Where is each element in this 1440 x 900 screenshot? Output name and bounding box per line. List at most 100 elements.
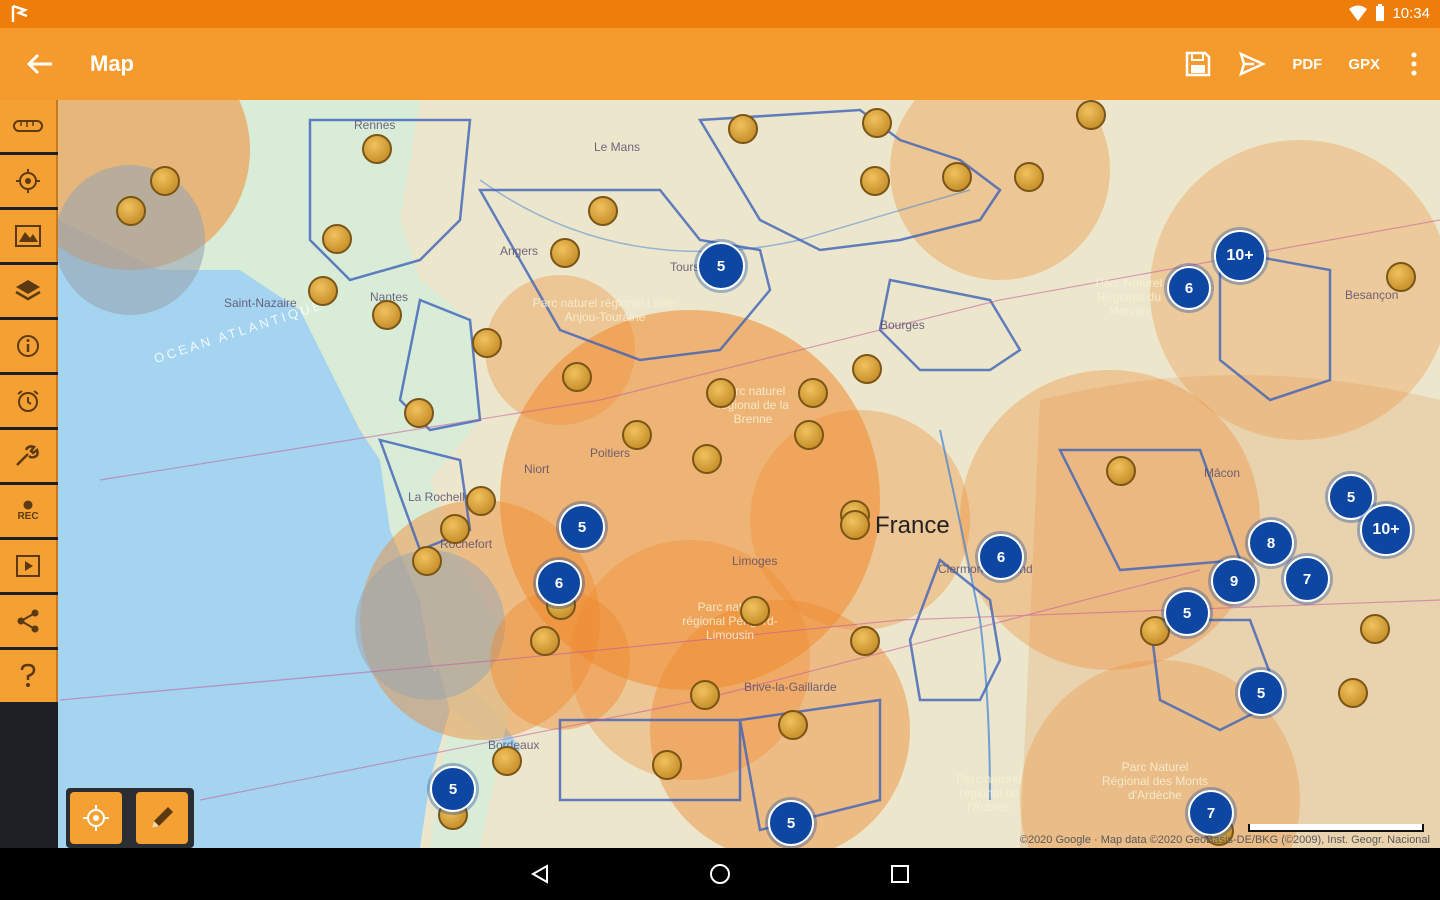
pdf-export-button[interactable]: PDF bbox=[1292, 46, 1322, 82]
nav-recents-icon bbox=[891, 865, 909, 883]
tool-play-button[interactable] bbox=[0, 540, 58, 592]
airport-marker[interactable] bbox=[728, 114, 758, 144]
toolbar-actions: PDF GPX bbox=[1184, 46, 1422, 82]
airport-marker[interactable] bbox=[652, 750, 682, 780]
play-icon bbox=[16, 555, 40, 577]
more-vertical-icon bbox=[1411, 52, 1417, 76]
airport-cluster[interactable]: 5 bbox=[430, 766, 476, 812]
edit-route-button[interactable] bbox=[136, 792, 188, 844]
map-label: Poitiers bbox=[590, 446, 631, 460]
airport-marker[interactable] bbox=[1338, 678, 1368, 708]
airport-marker[interactable] bbox=[116, 196, 146, 226]
send-button[interactable] bbox=[1238, 46, 1267, 82]
airport-cluster[interactable]: 6 bbox=[978, 534, 1024, 580]
save-button[interactable] bbox=[1184, 46, 1212, 82]
airport-marker[interactable] bbox=[150, 166, 180, 196]
airport-marker[interactable] bbox=[622, 420, 652, 450]
airport-cluster[interactable]: 5 bbox=[1164, 590, 1210, 636]
country-label: France bbox=[875, 512, 950, 539]
airport-marker[interactable] bbox=[550, 238, 580, 268]
airport-marker[interactable] bbox=[798, 378, 828, 408]
status-right: 10:34 bbox=[1348, 4, 1430, 22]
airport-marker[interactable] bbox=[308, 276, 338, 306]
airport-cluster[interactable]: 5 bbox=[768, 800, 814, 846]
record-label: REC bbox=[17, 511, 39, 522]
airport-marker[interactable] bbox=[1386, 262, 1416, 292]
airport-cluster[interactable]: 5 bbox=[1238, 670, 1284, 716]
airport-marker[interactable] bbox=[562, 362, 592, 392]
airport-marker[interactable] bbox=[778, 710, 808, 740]
status-bar: 10:34 bbox=[0, 0, 1440, 28]
tool-locate-button[interactable] bbox=[0, 155, 58, 207]
airport-marker[interactable] bbox=[860, 166, 890, 196]
nav-recents-button[interactable] bbox=[880, 854, 920, 894]
nav-back-button[interactable] bbox=[520, 854, 560, 894]
map-label: Rennes bbox=[354, 118, 396, 132]
airport-cluster[interactable]: 7 bbox=[1188, 790, 1234, 836]
map-label: Mâcon bbox=[1204, 466, 1241, 480]
airport-marker[interactable] bbox=[372, 300, 402, 330]
gpx-export-button[interactable]: GPX bbox=[1348, 46, 1380, 82]
help-icon bbox=[20, 663, 36, 687]
airport-cluster[interactable]: 10+ bbox=[1214, 230, 1266, 282]
airport-marker[interactable] bbox=[472, 328, 502, 358]
airport-marker[interactable] bbox=[1360, 614, 1390, 644]
airport-marker[interactable] bbox=[466, 486, 496, 516]
map-label: Brive-la-Gaillarde bbox=[744, 680, 837, 694]
airport-cluster[interactable]: 5 bbox=[697, 242, 745, 290]
airport-cluster[interactable]: 9 bbox=[1211, 558, 1257, 604]
tool-share-button[interactable] bbox=[0, 595, 58, 647]
send-icon bbox=[1239, 51, 1267, 77]
system-nav-bar bbox=[0, 848, 1440, 900]
tool-layers-button[interactable] bbox=[0, 265, 58, 317]
airport-cluster[interactable]: 10+ bbox=[1360, 504, 1412, 556]
map-icon bbox=[15, 225, 41, 247]
airport-marker[interactable] bbox=[862, 108, 892, 138]
nav-home-button[interactable] bbox=[700, 854, 740, 894]
airport-marker[interactable] bbox=[440, 514, 470, 544]
airport-marker[interactable] bbox=[1076, 100, 1106, 130]
airport-marker[interactable] bbox=[850, 626, 880, 656]
tool-alarm-button[interactable] bbox=[0, 375, 58, 427]
center-position-button[interactable] bbox=[70, 792, 122, 844]
aviation-map[interactable]: France Rennes Le Mans Angers Nantes Sain… bbox=[0, 100, 1440, 848]
airport-marker[interactable] bbox=[942, 162, 972, 192]
crosshair-icon bbox=[16, 169, 40, 193]
airport-marker[interactable] bbox=[1106, 456, 1136, 486]
map-label: Le Mans bbox=[594, 140, 641, 154]
airport-marker[interactable] bbox=[530, 626, 560, 656]
tool-record-button[interactable]: REC bbox=[0, 485, 58, 537]
map-label: Bourges bbox=[880, 318, 925, 332]
airport-marker[interactable] bbox=[322, 224, 352, 254]
airport-cluster[interactable]: 6 bbox=[536, 560, 582, 606]
layers-icon bbox=[15, 280, 41, 301]
airport-marker[interactable] bbox=[492, 746, 522, 776]
tool-settings-button[interactable] bbox=[0, 430, 58, 482]
airport-marker[interactable] bbox=[588, 196, 618, 226]
clock: 10:34 bbox=[1392, 4, 1430, 22]
map-label: Niort bbox=[524, 462, 550, 476]
airport-marker[interactable] bbox=[840, 510, 870, 540]
map-label: Limoges bbox=[732, 554, 778, 568]
tool-info-button[interactable] bbox=[0, 320, 58, 372]
airport-marker[interactable] bbox=[794, 420, 824, 450]
airport-marker[interactable] bbox=[690, 680, 720, 710]
tool-help-button[interactable] bbox=[0, 650, 58, 702]
airport-cluster[interactable]: 8 bbox=[1248, 520, 1294, 566]
airport-marker[interactable] bbox=[692, 444, 722, 474]
tool-ruler-button[interactable] bbox=[0, 100, 58, 152]
airport-cluster[interactable]: 5 bbox=[559, 504, 605, 550]
airport-marker[interactable] bbox=[706, 378, 736, 408]
tool-map-button[interactable] bbox=[0, 210, 58, 262]
airport-cluster[interactable]: 7 bbox=[1284, 556, 1330, 602]
record-dot-icon bbox=[23, 500, 33, 510]
overflow-menu-button[interactable] bbox=[1406, 46, 1422, 82]
airport-marker[interactable] bbox=[412, 546, 442, 576]
airport-cluster[interactable]: 6 bbox=[1167, 266, 1211, 310]
airport-marker[interactable] bbox=[404, 398, 434, 428]
airport-marker[interactable] bbox=[362, 134, 392, 164]
airport-marker[interactable] bbox=[852, 354, 882, 384]
airport-marker[interactable] bbox=[1014, 162, 1044, 192]
back-arrow-icon[interactable] bbox=[24, 50, 56, 78]
airport-marker[interactable] bbox=[740, 596, 770, 626]
